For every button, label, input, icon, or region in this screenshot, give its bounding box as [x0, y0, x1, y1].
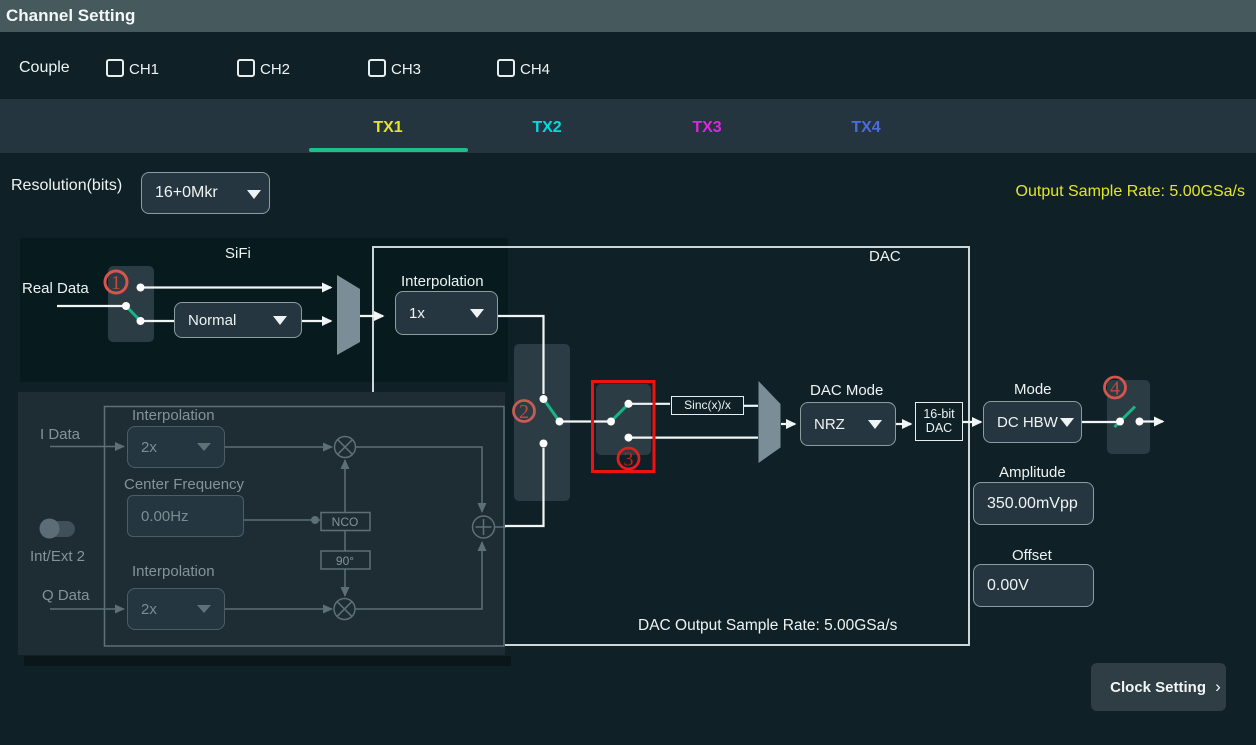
- svg-text:4: 4: [1110, 378, 1120, 400]
- svg-text:NCO: NCO: [332, 515, 359, 529]
- svg-text:3: 3: [624, 449, 634, 471]
- svg-text:1: 1: [111, 272, 121, 294]
- svg-text:2: 2: [519, 401, 529, 423]
- svg-text:90°: 90°: [336, 554, 354, 568]
